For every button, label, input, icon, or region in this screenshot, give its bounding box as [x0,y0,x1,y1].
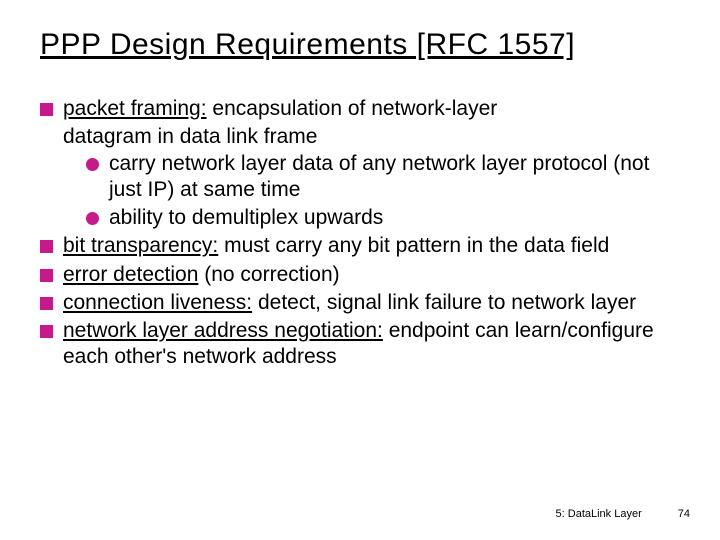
square-bullet-icon [40,240,53,253]
bullet-packet-framing: packet framing: encapsulation of network… [40,96,680,122]
square-bullet-icon [40,297,53,310]
sub-bullet-text: carry network layer data of any network … [109,151,680,204]
sub-bullet-carry: carry network layer data of any network … [86,151,680,204]
circle-bullet-icon [86,158,99,171]
desc-text: must carry any bit pattern in the data f… [218,234,609,257]
circle-bullet-icon [86,212,99,225]
square-bullet-icon [40,325,53,338]
slide-title: PPP Design Requirements [RFC 1557] [40,28,680,62]
bullet-text: packet framing: encapsulation of network… [63,96,680,122]
bullet-text: connection liveness: detect, signal link… [63,290,680,316]
bullet-text: network layer address negotiation: endpo… [63,318,680,371]
bullet-bit-transparency: bit transparency: must carry any bit pat… [40,233,680,259]
term-packet-framing: packet framing: [63,97,207,120]
sub-bullet-demux: ability to demultiplex upwards [86,205,680,231]
term-connection-liveness: connection liveness: [63,291,252,314]
footer-chapter: 5: DataLink Layer [556,508,642,520]
desc-text: (no correction) [198,263,339,286]
footer-page-number: 74 [678,508,690,520]
bullet-text: bit transparency: must carry any bit pat… [63,233,680,259]
term-bit-transparency: bit transparency: [63,234,218,257]
desc-text: encapsulation of network-layer [207,97,498,120]
slide-body: packet framing: encapsulation of network… [40,96,680,371]
sub-bullet-text: ability to demultiplex upwards [109,205,680,231]
square-bullet-icon [40,269,53,282]
desc-text: detect, signal link failure to network l… [252,291,636,314]
bullet-text: error detection (no correction) [63,262,680,288]
slide-footer: 5: DataLink Layer 74 [556,508,690,520]
term-error-detection: error detection [63,263,198,286]
bullet-address-negotiation: network layer address negotiation: endpo… [40,318,680,371]
square-bullet-icon [40,103,53,116]
continuation-text: datagram in data link frame [63,124,680,150]
term-address-negotiation: network layer address negotiation: [63,319,383,342]
bullet-connection-liveness: connection liveness: detect, signal link… [40,290,680,316]
bullet-error-detection: error detection (no correction) [40,262,680,288]
